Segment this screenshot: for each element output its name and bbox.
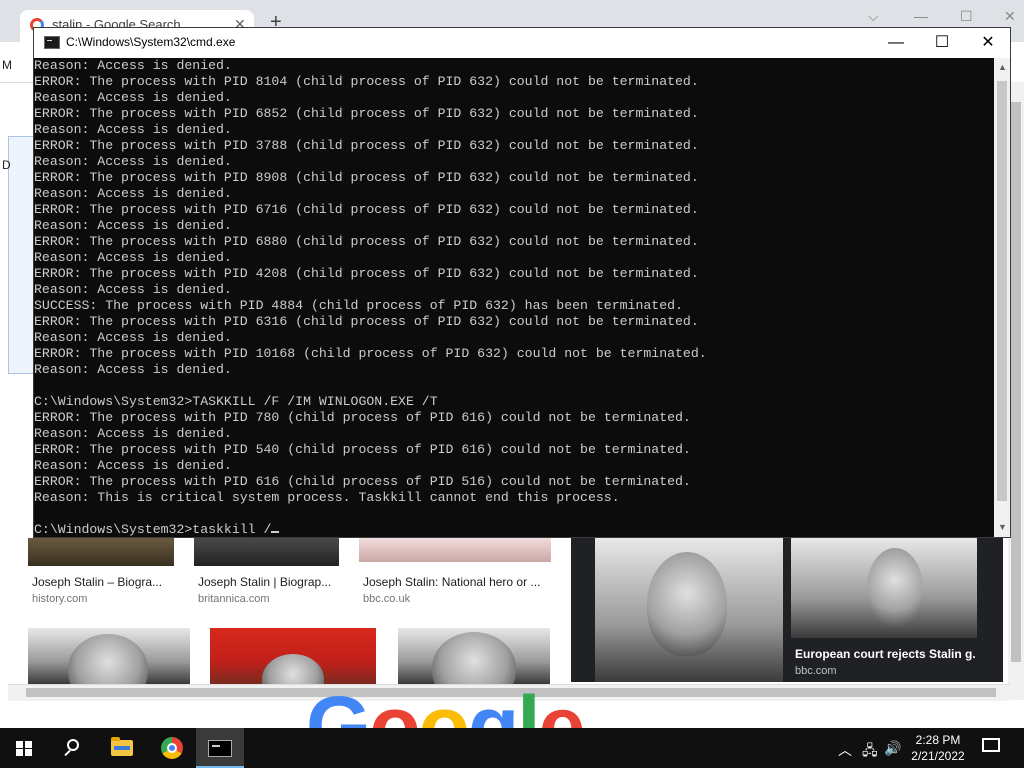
console-line: SUCCESS: The process with PID 4884 (chil… xyxy=(34,298,683,313)
image-result-title[interactable]: Joseph Stalin – Biogra... xyxy=(32,575,172,589)
portrait-figure xyxy=(432,632,516,684)
featured-news-source: bbc.com xyxy=(795,665,837,677)
image-result-britannica[interactable] xyxy=(194,538,339,566)
notification-icon[interactable] xyxy=(982,738,1000,752)
featured-news-image[interactable] xyxy=(791,538,977,638)
portrait-figure xyxy=(68,634,148,684)
console-line: Reason: This is critical system process.… xyxy=(34,490,620,505)
console-line: ERROR: The process with PID 6880 (child … xyxy=(34,234,699,249)
console-line: ERROR: The process with PID 6716 (child … xyxy=(34,202,699,217)
console-line: Reason: Access is denied. xyxy=(34,458,232,473)
taskbar-cmd[interactable] xyxy=(196,728,244,768)
cmd-titlebar[interactable]: C:\Windows\System32\cmd.exe — ☐ ✕ xyxy=(34,28,1010,58)
featured-portrait-image[interactable] xyxy=(595,538,783,682)
portrait-figure xyxy=(867,548,923,628)
image-result-source: history.com xyxy=(32,593,88,605)
image-result-source: bbc.co.uk xyxy=(363,593,411,605)
scroll-down-arrow-icon[interactable]: ▼ xyxy=(998,522,1007,532)
search-icon xyxy=(67,739,79,751)
cmd-window[interactable]: C:\Windows\System32\cmd.exe — ☐ ✕ Reason… xyxy=(33,27,1011,538)
console-line: Reason: Access is denied. xyxy=(34,250,232,265)
taskbar: ︿ 🖧 🔊 2:28 PM 2/21/2022 xyxy=(0,728,1024,768)
volume-icon[interactable]: 🔊 xyxy=(884,740,901,757)
chevron-down-icon[interactable]: ⌵ xyxy=(868,8,879,25)
taskbar-clock[interactable]: 2:28 PM 2/21/2022 xyxy=(902,732,974,764)
browser-scrollbar-thumb[interactable] xyxy=(1011,102,1021,662)
chrome-icon xyxy=(161,737,183,759)
console-line: Reason: Access is denied. xyxy=(34,282,232,297)
image-result[interactable] xyxy=(398,628,550,684)
scroll-up-arrow-icon[interactable]: ▲ xyxy=(998,62,1007,72)
console-line: ERROR: The process with PID 8104 (child … xyxy=(34,74,699,89)
image-result-title[interactable]: Joseph Stalin | Biograp... xyxy=(198,575,338,589)
network-icon[interactable]: 🖧 xyxy=(862,740,878,764)
command-input-text[interactable]: C:\Windows\System32>taskkill / xyxy=(34,522,271,537)
console-line: ERROR: The process with PID 6316 (child … xyxy=(34,314,699,329)
console-line: ERROR: The process with PID 8908 (child … xyxy=(34,170,699,185)
left-edge-text-2: D xyxy=(2,158,11,172)
cmd-scrollbar-thumb[interactable] xyxy=(997,81,1007,501)
clock-date: 2/21/2022 xyxy=(911,749,965,763)
console-line: ERROR: The process with PID 540 (child p… xyxy=(34,442,691,457)
console-line: ERROR: The process with PID 780 (child p… xyxy=(34,410,691,425)
cmd-app-icon xyxy=(44,36,60,49)
browser-maximize-button[interactable]: ☐ xyxy=(960,8,973,25)
taskbar-file-explorer[interactable] xyxy=(98,728,146,768)
image-result-title[interactable]: Joseph Stalin: National hero or ... xyxy=(363,575,549,589)
console-line: Reason: Access is denied. xyxy=(34,362,232,377)
cmd-vertical-scrollbar[interactable]: ▲ ▼ xyxy=(994,58,1010,537)
console-line: C:\Windows\System32>TASKKILL /F /IM WINL… xyxy=(34,394,438,409)
taskbar-chrome[interactable] xyxy=(148,728,196,768)
browser-minimize-button[interactable]: — xyxy=(914,8,928,24)
console-line: Reason: Access is denied. xyxy=(34,58,232,73)
console-line: Reason: Access is denied. xyxy=(34,122,232,137)
taskbar-search-button[interactable] xyxy=(48,728,96,768)
image-result-history[interactable] xyxy=(28,538,174,566)
left-edge-text: M xyxy=(2,58,12,72)
console-lines: Reason: Access is denied. ERROR: The proc… xyxy=(34,58,707,537)
folder-icon xyxy=(111,737,133,756)
featured-news-title[interactable]: European court rejects Stalin g... xyxy=(795,647,975,661)
command-prompt-icon xyxy=(208,740,232,757)
console-line: ERROR: The process with PID 616 (child p… xyxy=(34,474,691,489)
console-line: Reason: Access is denied. xyxy=(34,218,232,233)
image-result[interactable] xyxy=(28,628,190,684)
cmd-console-output[interactable]: Reason: Access is denied. ERROR: The proc… xyxy=(34,58,994,537)
console-line: Reason: Access is denied. xyxy=(34,426,232,441)
portrait-figure xyxy=(647,552,727,656)
console-line: Reason: Access is denied. xyxy=(34,186,232,201)
google-logo: Google xyxy=(306,679,585,728)
tray-chevron-icon[interactable]: ︿ xyxy=(838,740,852,760)
image-result[interactable] xyxy=(210,628,376,684)
console-line: ERROR: The process with PID 3788 (child … xyxy=(34,138,699,153)
console-line: Reason: Access is denied. xyxy=(34,330,232,345)
browser-close-button[interactable]: ✕ xyxy=(1004,8,1016,25)
cmd-close-button[interactable]: ✕ xyxy=(965,28,1011,58)
windows-logo-icon xyxy=(16,741,32,756)
featured-results-panel: European court rejects Stalin g... bbc.c… xyxy=(571,536,1003,682)
text-cursor xyxy=(271,531,280,533)
console-line: ERROR: The process with PID 4208 (child … xyxy=(34,266,699,281)
image-result-source: britannica.com xyxy=(198,593,270,605)
console-line: ERROR: The process with PID 6852 (child … xyxy=(34,106,699,121)
command-prompt-line[interactable]: C:\Windows\System32>taskkill / xyxy=(34,522,707,537)
console-line: ERROR: The process with PID 10168 (child… xyxy=(34,346,707,361)
console-line: Reason: Access is denied. xyxy=(34,90,232,105)
console-line: Reason: Access is denied. xyxy=(34,154,232,169)
start-button[interactable] xyxy=(0,728,48,768)
image-result-bbc[interactable] xyxy=(359,538,551,562)
clock-time: 2:28 PM xyxy=(915,733,961,747)
cmd-minimize-button[interactable]: — xyxy=(873,28,919,58)
cmd-window-title: C:\Windows\System32\cmd.exe xyxy=(66,35,236,49)
cmd-maximize-button[interactable]: ☐ xyxy=(919,28,965,58)
